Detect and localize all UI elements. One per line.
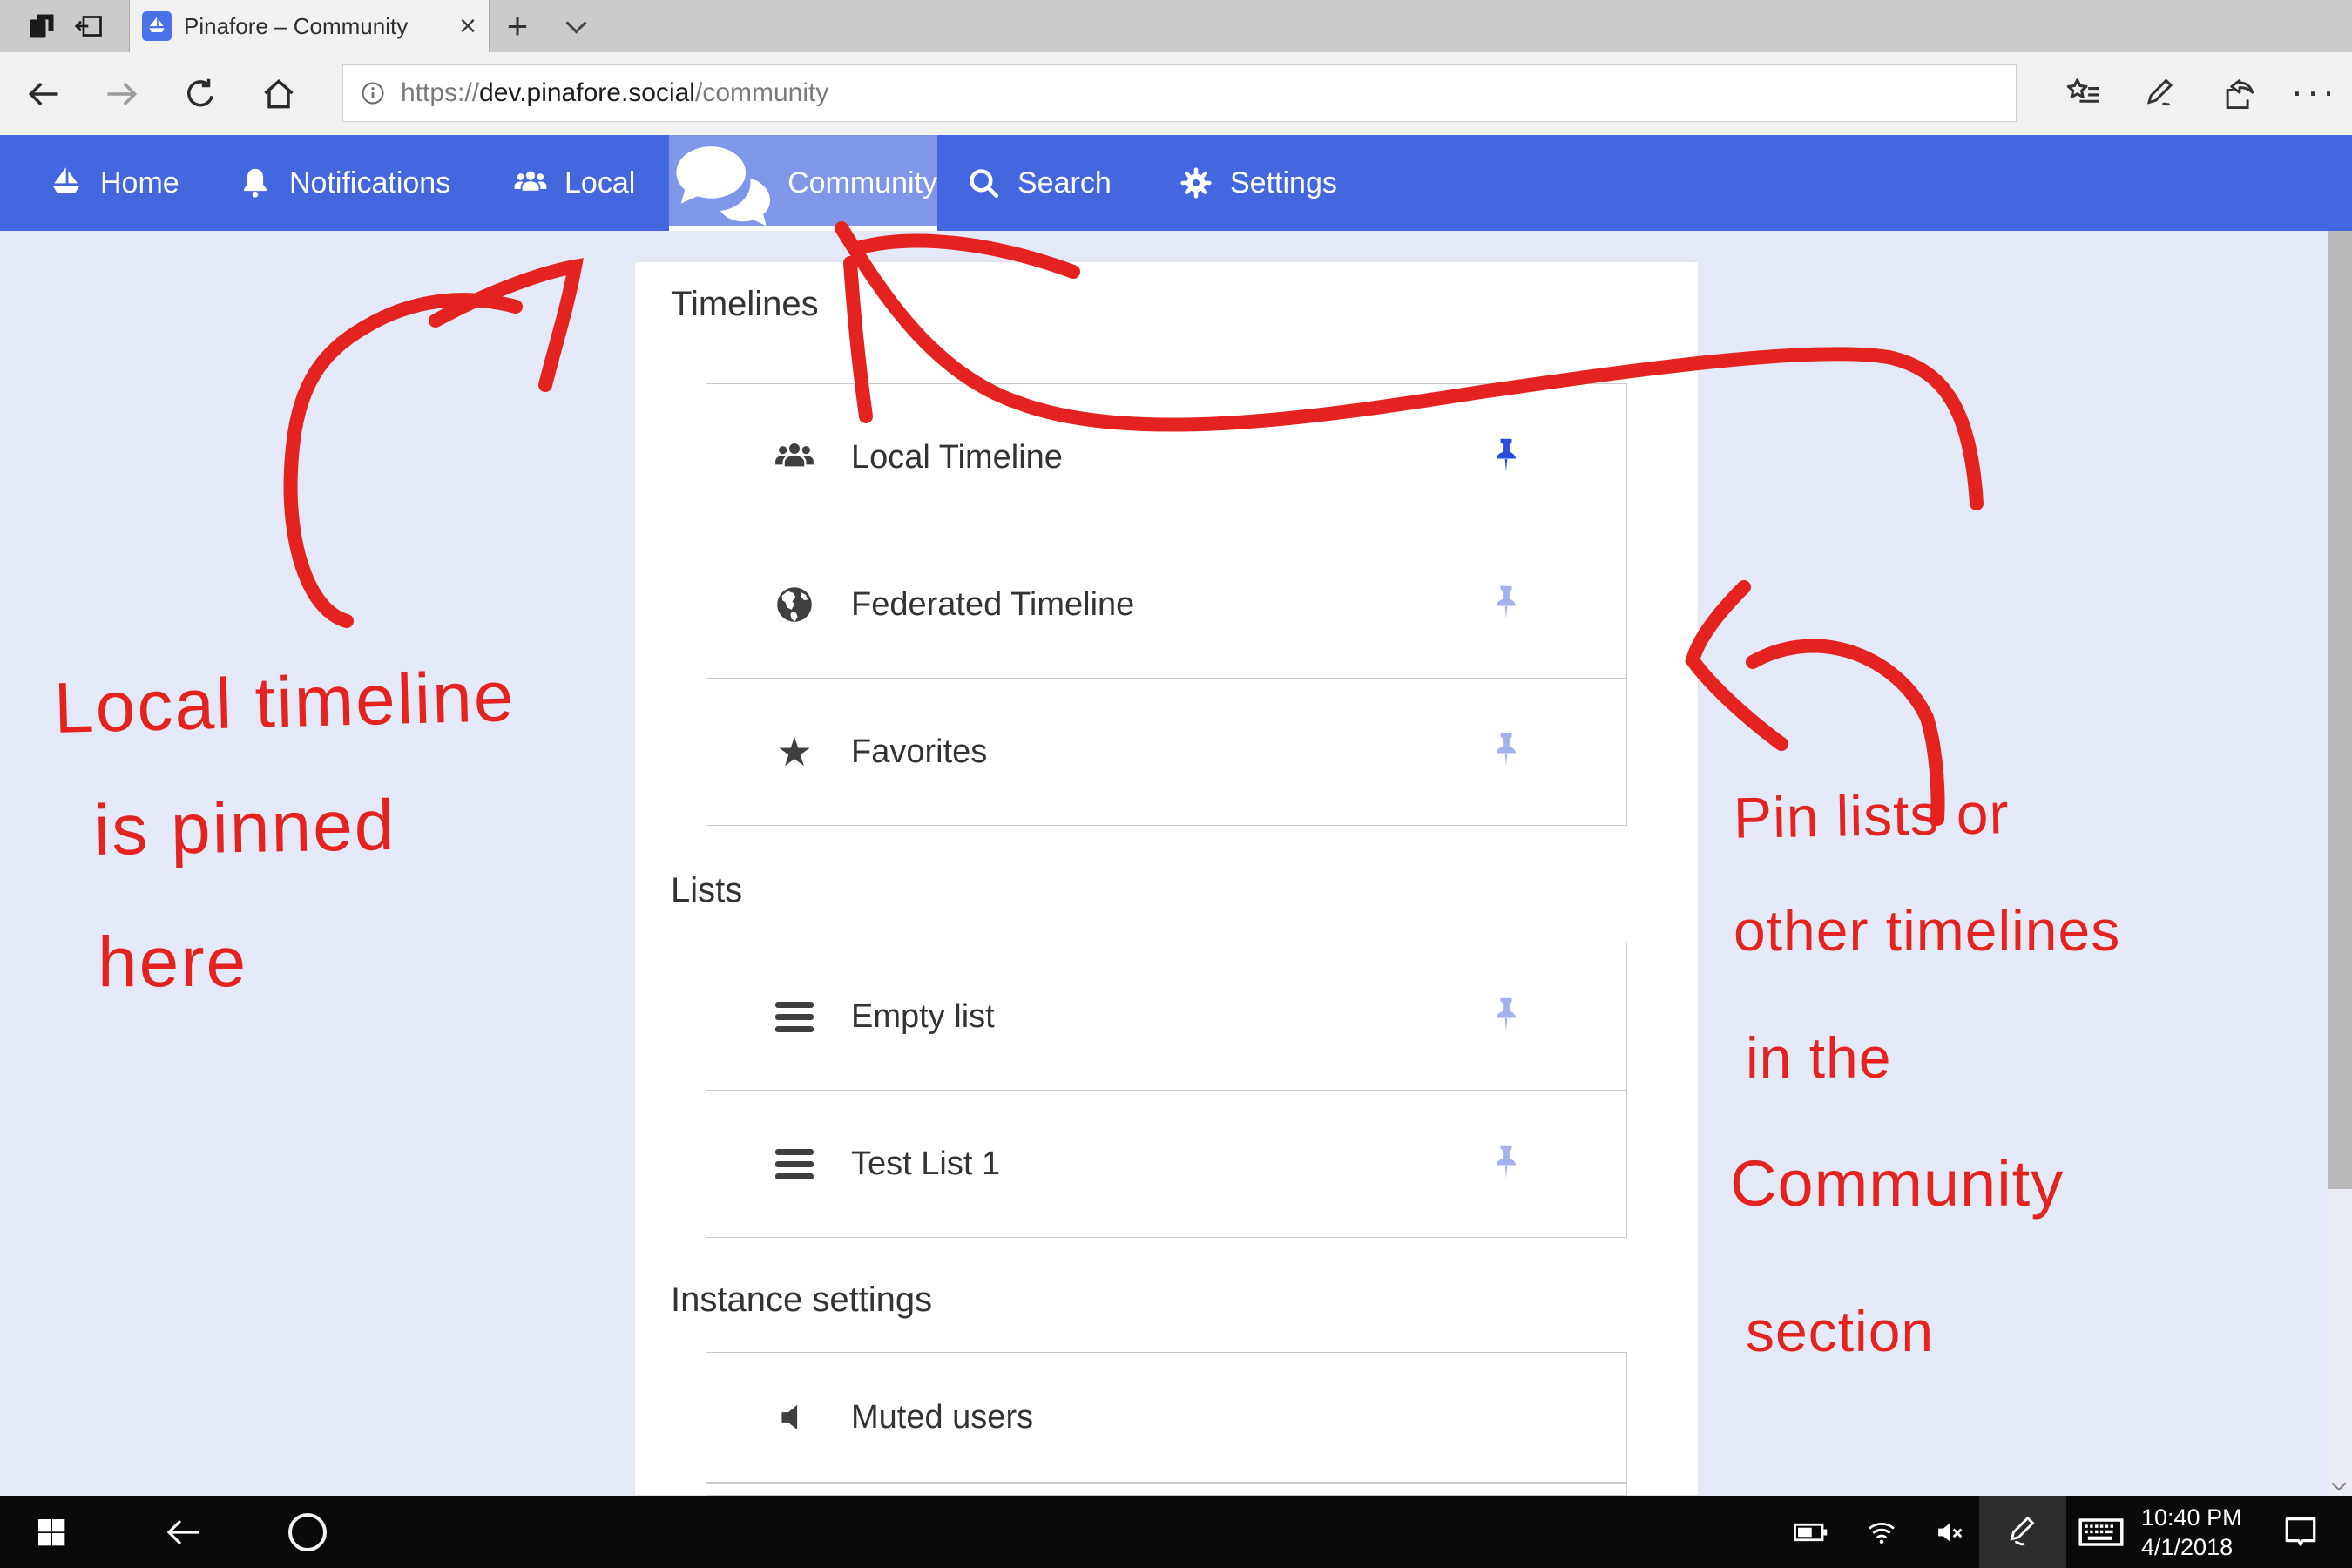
tab-list-chevron-icon[interactable] (554, 0, 598, 52)
windows-start-icon[interactable] (21, 1496, 82, 1568)
pin-icon-pinned[interactable] (1484, 435, 1529, 480)
list-item-favorites[interactable]: ★ Favorites (706, 678, 1626, 825)
windows-ink-pen-icon[interactable] (1979, 1496, 2066, 1568)
users-icon (773, 436, 816, 479)
timelines-list: Local Timeline Federated Timeline ★ Favo… (706, 383, 1627, 826)
refresh-button[interactable] (181, 75, 220, 113)
browser-address-bar: https://dev.pinafore.social/community ··… (0, 52, 2352, 135)
url-field[interactable]: https://dev.pinafore.social/community (342, 64, 2017, 122)
touch-keyboard-icon[interactable] (2068, 1496, 2134, 1568)
pin-icon-unpinned[interactable] (1484, 1141, 1529, 1186)
scrollbar-down-chevron-icon[interactable] (2332, 1477, 2347, 1491)
windows-taskbar: 10:40 PM 4/1/2018 (0, 1496, 2352, 1568)
scrollbar-track[interactable] (2328, 231, 2352, 1496)
tab-preview-icon[interactable] (73, 10, 105, 42)
tab-title: Pinafore – Community (184, 13, 450, 40)
list-item-empty-list[interactable]: Empty list (706, 943, 1626, 1090)
pinafore-favicon (142, 11, 172, 41)
close-tab-icon[interactable]: × (459, 11, 476, 41)
pin-icon-unpinned[interactable] (1484, 729, 1529, 774)
forward-button[interactable] (103, 75, 141, 113)
pin-icon-unpinned[interactable] (1484, 994, 1529, 1039)
web-note-pen-icon[interactable] (2143, 75, 2181, 113)
gear-icon (1178, 165, 1214, 201)
nav-item-local[interactable]: Local (512, 135, 635, 231)
users-icon (512, 165, 549, 201)
globe-icon (773, 583, 816, 626)
action-center-icon[interactable] (2270, 1496, 2331, 1568)
list-item-partial (706, 1483, 1626, 1496)
search-icon (965, 165, 1002, 201)
list-item-federated-timeline[interactable]: Federated Timeline (706, 531, 1626, 678)
scrollbar-thumb[interactable] (2328, 231, 2352, 1189)
sailboat-icon (48, 165, 84, 201)
list-item-test-list-1[interactable]: Test List 1 (706, 1090, 1626, 1237)
mute-icon (773, 1396, 816, 1439)
list-item-muted-users[interactable]: Muted users (706, 1353, 1626, 1483)
clock-date: 4/1/2018 (2141, 1532, 2242, 1562)
bell-icon (237, 165, 274, 201)
section-heading-instance-settings: Instance settings (671, 1281, 932, 1320)
favorites-hub-icon[interactable] (2065, 75, 2103, 113)
nav-item-home[interactable]: Home (48, 135, 179, 231)
nav-item-notifications[interactable]: Notifications (237, 135, 450, 231)
share-icon[interactable] (2220, 75, 2258, 113)
list-item-local-timeline[interactable]: Local Timeline (706, 384, 1626, 531)
taskbar-clock[interactable]: 10:40 PM 4/1/2018 (2141, 1496, 2242, 1568)
lists-list: Empty list Test List 1 (706, 943, 1627, 1238)
taskbar-back-icon[interactable] (150, 1496, 216, 1568)
section-heading-lists: Lists (671, 871, 742, 910)
instance-settings-list: Muted users (706, 1352, 1627, 1496)
back-button[interactable] (24, 75, 63, 113)
url-text: https://dev.pinafore.social/community (401, 78, 828, 108)
new-tab-button[interactable]: + (493, 0, 542, 52)
edge-browser-window: Pinafore – Community × + https://dev.pin… (0, 0, 2352, 1568)
section-heading-timelines: Timelines (671, 285, 819, 324)
home-button[interactable] (260, 75, 298, 113)
clock-time: 10:40 PM (2141, 1503, 2242, 1532)
set-aside-tabs-icon[interactable] (26, 10, 57, 42)
nav-item-settings[interactable]: Settings (1178, 135, 1337, 231)
browser-tab-bar: Pinafore – Community × + (0, 0, 2352, 52)
volume-muted-icon[interactable] (1925, 1496, 1977, 1568)
list-icon (773, 1142, 816, 1186)
cortana-circle-icon[interactable] (277, 1496, 338, 1568)
active-tab[interactable]: Pinafore – Community × (129, 0, 490, 52)
list-icon (773, 995, 816, 1038)
nav-item-community[interactable]: Community (669, 135, 937, 231)
community-page: Timelines Local Timeline Federated Timel… (0, 231, 2352, 1496)
battery-icon[interactable] (1782, 1496, 1838, 1568)
pin-icon-unpinned[interactable] (1484, 582, 1529, 627)
nav-item-search[interactable]: Search (965, 135, 1112, 231)
url-scheme: https:// (401, 78, 479, 107)
site-info-icon[interactable] (359, 79, 387, 107)
pinafore-nav-bar: Home Notifications Local Community Searc… (0, 135, 2352, 231)
url-path: /community (695, 78, 828, 107)
more-options-icon[interactable]: ··· (2289, 75, 2342, 113)
wifi-icon[interactable] (1854, 1496, 1909, 1568)
star-icon: ★ (773, 730, 816, 774)
url-host: dev.pinafore.social (479, 78, 695, 107)
